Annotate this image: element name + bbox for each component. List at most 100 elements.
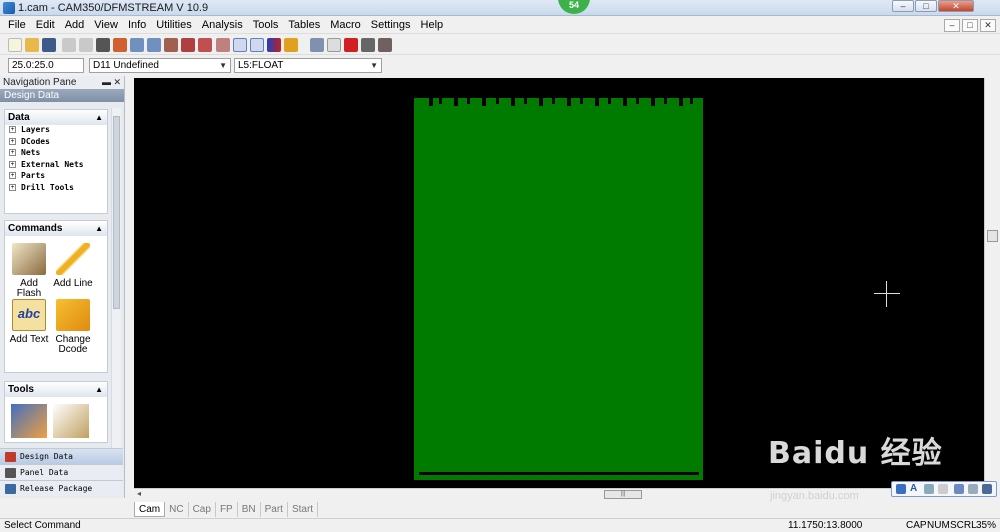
tree-item-parts[interactable]: + Parts bbox=[5, 171, 107, 183]
tab-design-data[interactable]: Design Data bbox=[0, 448, 123, 464]
settings-icon[interactable] bbox=[968, 484, 978, 494]
tab-bn[interactable]: BN bbox=[238, 502, 261, 517]
tree-item-external-nets[interactable]: + External Nets bbox=[5, 160, 107, 172]
menu-utilities[interactable]: Utilities bbox=[156, 19, 191, 31]
move-icon[interactable] bbox=[310, 38, 324, 52]
menu-analysis[interactable]: Analysis bbox=[202, 19, 243, 31]
scrollbar-thumb[interactable]: ||| bbox=[604, 490, 642, 499]
print-icon[interactable] bbox=[96, 38, 110, 52]
new-file-icon[interactable] bbox=[8, 38, 22, 52]
tab-nc[interactable]: NC bbox=[165, 502, 189, 517]
text-mode-icon[interactable]: A bbox=[910, 484, 920, 494]
scrollbar-thumb[interactable] bbox=[113, 116, 120, 309]
menu-help[interactable]: Help bbox=[421, 19, 444, 31]
undo-icon[interactable] bbox=[62, 38, 76, 52]
save-icon[interactable] bbox=[42, 38, 56, 52]
keyboard-icon[interactable] bbox=[954, 484, 964, 494]
punctuation-icon[interactable] bbox=[938, 484, 948, 494]
window-icon[interactable] bbox=[113, 38, 127, 52]
menu-tools[interactable]: Tools bbox=[253, 19, 279, 31]
menu-edit[interactable]: Edit bbox=[36, 19, 55, 31]
expand-icon[interactable]: + bbox=[9, 160, 16, 168]
dcode-combo-value: D11 Undefined bbox=[93, 60, 159, 71]
rotate-icon[interactable] bbox=[361, 38, 375, 52]
collapse-icon[interactable]: ▲ bbox=[95, 221, 103, 236]
tools-panel-header[interactable]: Tools ▲ bbox=[5, 382, 107, 397]
zoom-window-icon[interactable] bbox=[164, 38, 178, 52]
pin-icon[interactable]: ▬ ✕ bbox=[102, 76, 121, 89]
expand-icon[interactable]: + bbox=[9, 126, 16, 133]
tab-part[interactable]: Part bbox=[261, 502, 288, 517]
dcode-combo[interactable]: D11 Undefined ▼ bbox=[89, 58, 231, 73]
doc-close-button[interactable]: ✕ bbox=[980, 19, 996, 32]
add-line-command[interactable]: Add Line bbox=[51, 243, 95, 289]
highlight-icon[interactable] bbox=[284, 38, 298, 52]
menu-macro[interactable]: Macro bbox=[330, 19, 361, 31]
moon-icon[interactable] bbox=[924, 484, 934, 494]
close-button[interactable]: ✕ bbox=[938, 0, 974, 12]
num-indicator: NUM bbox=[927, 520, 950, 531]
layer-combo[interactable]: L5:FLOAT ▼ bbox=[234, 58, 382, 73]
add-text-command[interactable]: abc Add Text bbox=[7, 299, 51, 345]
zoom-all-icon[interactable] bbox=[181, 38, 195, 52]
expand-icon[interactable]: + bbox=[9, 149, 16, 157]
snap-grid-icon[interactable] bbox=[250, 38, 264, 52]
tree-item-nets[interactable]: + Nets bbox=[5, 148, 107, 160]
tab-fp[interactable]: FP bbox=[216, 502, 238, 517]
copy-icon[interactable] bbox=[327, 38, 341, 52]
status-message: Select Command bbox=[4, 520, 81, 531]
color-icon[interactable] bbox=[267, 38, 281, 52]
menu-file[interactable]: File bbox=[8, 19, 26, 31]
tab-panel-data[interactable]: Panel Data bbox=[0, 464, 123, 480]
tab-release-package[interactable]: Release Package bbox=[0, 480, 123, 496]
cam-canvas[interactable] bbox=[134, 78, 984, 488]
grid-combo[interactable]: 25.0:25.0 bbox=[8, 58, 84, 73]
zoom-out-icon[interactable] bbox=[147, 38, 161, 52]
canvas-vertical-scrollbar[interactable] bbox=[984, 78, 1000, 488]
tab-start[interactable]: Start bbox=[288, 502, 319, 517]
tab-cam[interactable]: Cam bbox=[134, 502, 166, 517]
change-dcode-command[interactable]: Change Dcode bbox=[51, 299, 95, 355]
data-panel-header[interactable]: Data ▲ bbox=[5, 110, 107, 125]
tree-item-layers[interactable]: + Layers bbox=[5, 125, 107, 137]
menu-add[interactable]: Add bbox=[65, 19, 85, 31]
layer-icon[interactable] bbox=[216, 38, 230, 52]
tools-icon[interactable] bbox=[982, 484, 992, 494]
redraw-icon[interactable] bbox=[198, 38, 212, 52]
ime-icon[interactable] bbox=[896, 484, 906, 494]
menu-tables[interactable]: Tables bbox=[288, 19, 320, 31]
scrollbar-thumb[interactable] bbox=[987, 230, 998, 242]
menu-settings[interactable]: Settings bbox=[371, 19, 411, 31]
tree-item-dcodes[interactable]: + DCodes bbox=[5, 137, 107, 149]
tab-label: Design Data bbox=[20, 452, 73, 461]
net-list-tool-icon[interactable] bbox=[11, 404, 47, 438]
maximize-button[interactable]: □ bbox=[915, 0, 937, 12]
tree-item-drill-tools[interactable]: + Drill Tools bbox=[5, 183, 107, 195]
delete-icon[interactable] bbox=[344, 38, 358, 52]
menu-info[interactable]: Info bbox=[128, 19, 146, 31]
tab-cap[interactable]: Cap bbox=[189, 502, 216, 517]
expand-icon[interactable]: + bbox=[9, 172, 16, 180]
add-flash-command[interactable]: Add Flash bbox=[7, 243, 51, 299]
zoom-in-icon[interactable] bbox=[130, 38, 144, 52]
collapse-icon[interactable]: ▲ bbox=[95, 382, 103, 397]
menu-view[interactable]: View bbox=[94, 19, 118, 31]
add-flash-label: Add Flash bbox=[16, 278, 42, 299]
expand-icon[interactable]: + bbox=[9, 137, 16, 145]
wand-tool-icon[interactable] bbox=[53, 404, 89, 438]
scroll-left-icon[interactable]: ◂ bbox=[137, 489, 141, 498]
commands-panel-header[interactable]: Commands ▲ bbox=[5, 221, 107, 236]
doc-minimize-button[interactable]: – bbox=[944, 19, 960, 32]
open-folder-icon[interactable] bbox=[25, 38, 39, 52]
design-data-icon bbox=[5, 452, 16, 462]
doc-restore-button[interactable]: □ bbox=[962, 19, 978, 32]
minimize-button[interactable]: – bbox=[892, 0, 914, 12]
notification-badge[interactable]: 54 bbox=[558, 0, 590, 14]
grid-icon[interactable] bbox=[233, 38, 247, 52]
chevron-down-icon: ▼ bbox=[370, 61, 378, 70]
expand-icon[interactable]: + bbox=[9, 183, 16, 191]
redo-icon[interactable] bbox=[79, 38, 93, 52]
navigation-scrollbar[interactable] bbox=[111, 108, 121, 472]
mirror-icon[interactable] bbox=[378, 38, 392, 52]
collapse-icon[interactable]: ▲ bbox=[95, 110, 103, 125]
